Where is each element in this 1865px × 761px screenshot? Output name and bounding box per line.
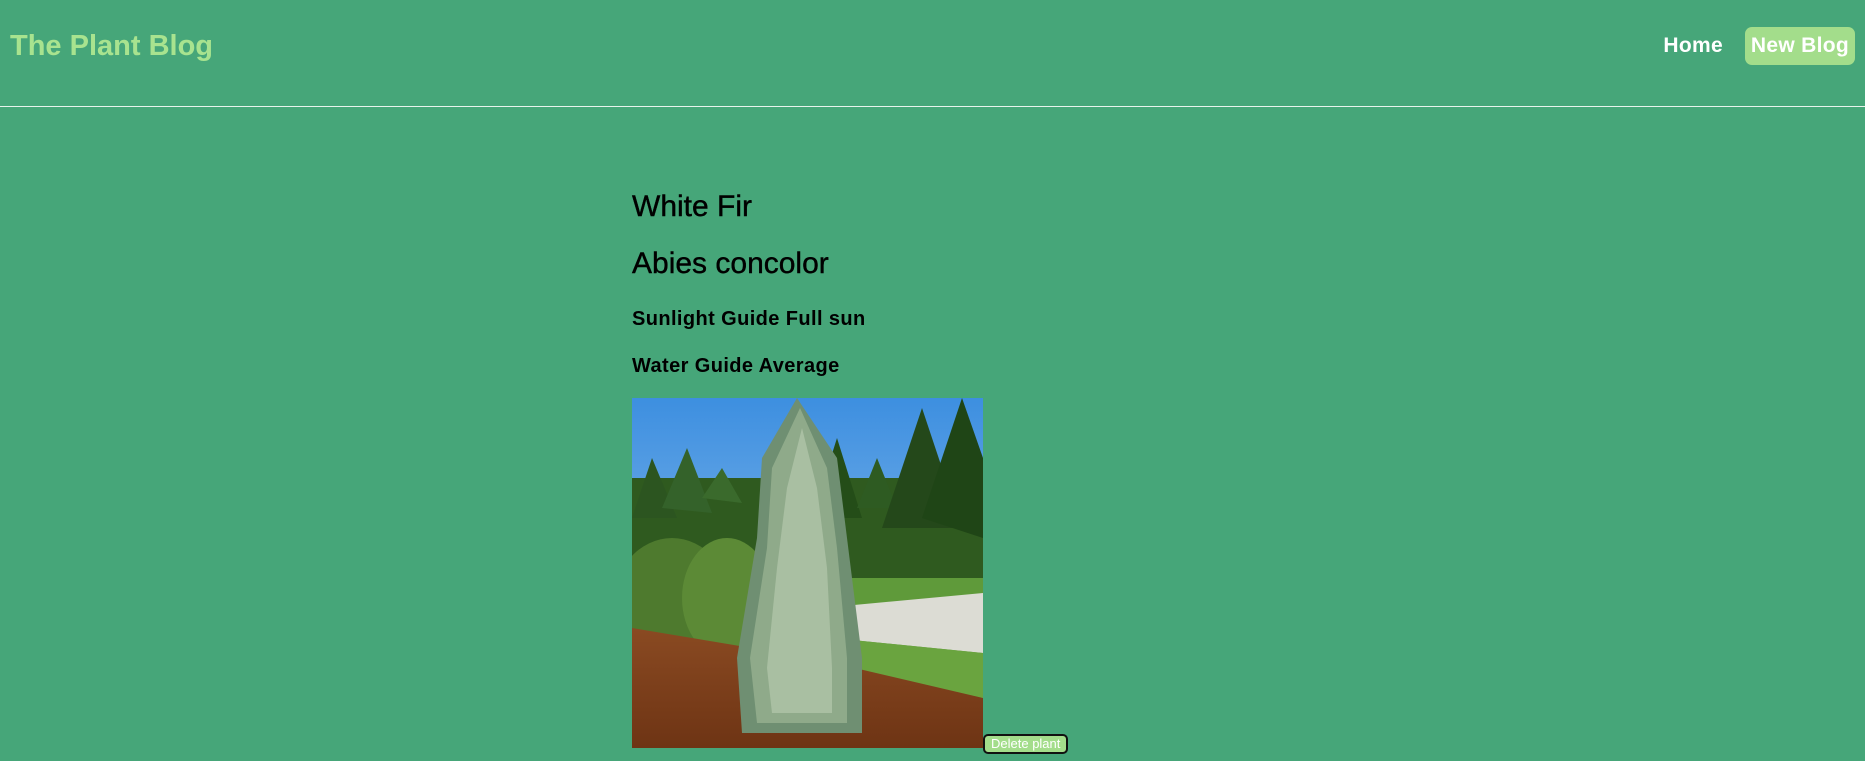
- brand-link[interactable]: The Plant Blog: [10, 28, 213, 64]
- sunlight-guide: Sunlight Guide Full sun: [632, 308, 866, 330]
- plant-image: [632, 398, 983, 748]
- nav-links: Home New Blog: [1663, 27, 1855, 65]
- nav-home-link[interactable]: Home: [1663, 34, 1723, 58]
- nav-new-blog-button[interactable]: New Blog: [1744, 27, 1855, 65]
- navbar: The Plant Blog Home New Blog: [0, 0, 1865, 107]
- plant-common-name: White Fir: [632, 190, 752, 223]
- water-guide: Water Guide Average: [632, 355, 840, 377]
- plant-scientific-name: Abies concolor: [632, 247, 829, 280]
- delete-plant-button[interactable]: Delete plant: [983, 734, 1069, 754]
